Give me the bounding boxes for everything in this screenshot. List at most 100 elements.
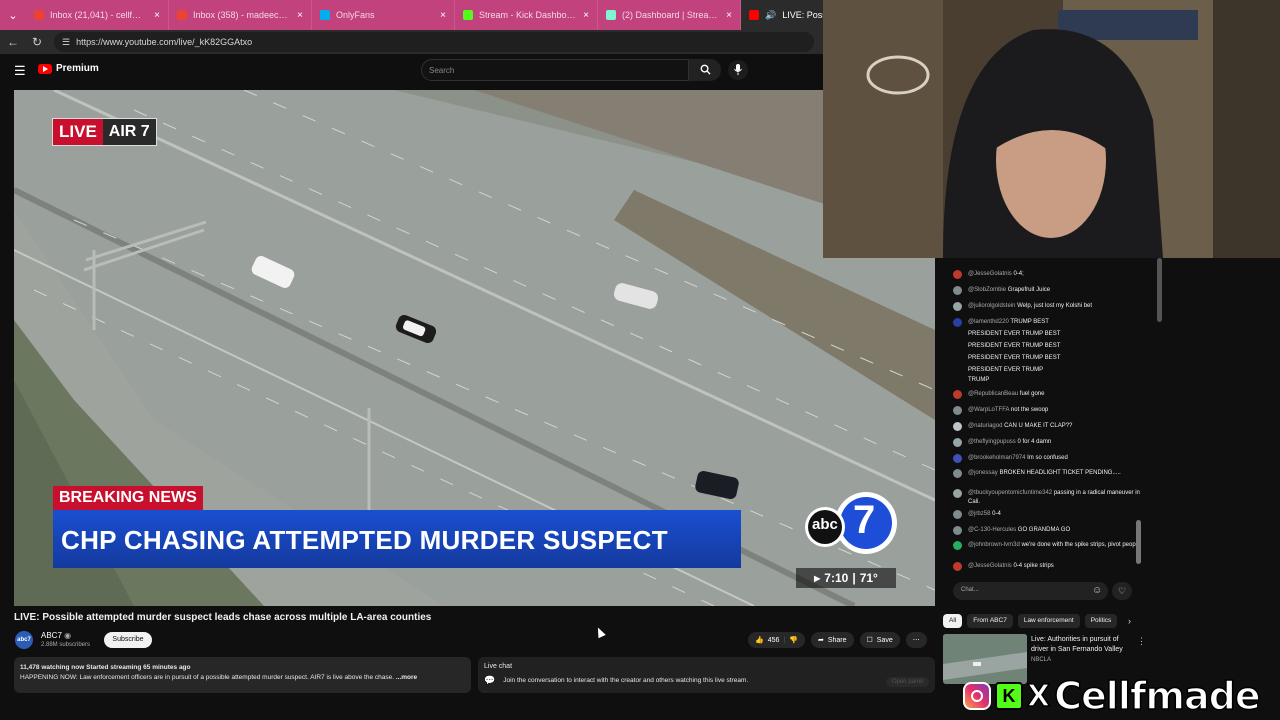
close-icon[interactable]: × xyxy=(440,10,446,21)
close-icon[interactable]: × xyxy=(154,10,160,21)
kick-icon xyxy=(463,10,473,20)
video-actions: 👍 456 | 👎 ➦ Share ☐ Save ⋯ xyxy=(748,632,927,648)
avatar[interactable] xyxy=(953,318,962,327)
chip-all[interactable]: All xyxy=(943,614,963,628)
description-text: HAPPENING NOW: Law enforcement officers … xyxy=(20,674,395,681)
video-description[interactable]: 11,478 watching now Started streaming 65… xyxy=(14,657,471,693)
chat-author[interactable]: @brookeholman7974 xyxy=(968,455,1025,461)
browser-tab-1[interactable]: Inbox (21,041) - cellfmade@ × xyxy=(26,0,169,30)
chevron-right-icon[interactable]: › xyxy=(1128,616,1131,626)
tab-label: Inbox (21,041) - cellfmade@ xyxy=(50,10,148,20)
avatar[interactable] xyxy=(953,489,962,498)
brand-handle: Cellfmade xyxy=(1053,673,1261,719)
avatar[interactable] xyxy=(953,541,962,550)
chat-author[interactable]: @tbuckyoupentomicfuntime342 xyxy=(968,490,1052,496)
chat-author[interactable]: @RepublicanBeau xyxy=(968,391,1018,397)
save-button[interactable]: ☐ Save xyxy=(859,632,900,648)
youtube-logo[interactable]: Premium xyxy=(38,63,99,74)
time-text: 7:10 xyxy=(824,571,849,585)
avatar[interactable] xyxy=(953,469,962,478)
reload-icon[interactable]: ↻ xyxy=(30,35,44,49)
close-icon[interactable]: × xyxy=(583,10,589,21)
like-button[interactable]: 👍 456 | 👎 xyxy=(748,632,805,648)
avatar[interactable] xyxy=(953,562,962,571)
address-bar[interactable]: ☰ https://www.youtube.com/live/_kK82GGAt… xyxy=(54,32,814,52)
chat-author[interactable]: @juliorolgoldstein xyxy=(968,303,1015,309)
hamburger-icon[interactable]: ☰ xyxy=(14,63,26,79)
search-icon[interactable] xyxy=(689,59,721,81)
heart-icon[interactable]: ♡ xyxy=(1112,582,1132,600)
avatar[interactable] xyxy=(953,454,962,463)
avatar[interactable] xyxy=(953,422,962,431)
avatar[interactable] xyxy=(953,286,962,295)
avatar[interactable] xyxy=(953,526,962,535)
chip-law-enforcement[interactable]: Law enforcement xyxy=(1017,614,1080,628)
chat-author[interactable]: @SlobZombie xyxy=(968,287,1006,293)
chat-icon: 💬 xyxy=(484,675,496,685)
avatar[interactable] xyxy=(953,406,962,415)
speaker-icon[interactable]: 🔊 xyxy=(765,10,776,21)
chat-message: @SlobZombie Grapefruit Juice xyxy=(953,286,1148,295)
browser-tab-4[interactable]: Stream - Kick Dashboard × xyxy=(455,0,598,30)
close-icon[interactable]: × xyxy=(726,10,732,21)
emoji-icon[interactable]: ☺ xyxy=(1092,585,1102,596)
more-link[interactable]: ...more xyxy=(396,674,417,681)
channel-name[interactable]: ABC7 ◉ xyxy=(41,631,71,640)
recommendation-channel: NBCLA xyxy=(1031,657,1052,663)
browser-tab-2[interactable]: Inbox (358) - madeecellf@gm × xyxy=(169,0,312,30)
chat-author[interactable]: @jonessay xyxy=(968,470,998,476)
avatar[interactable]: abc7 xyxy=(15,631,33,649)
chat-text: PRESIDENT EVER TRUMP BEST xyxy=(968,355,1061,361)
more-vertical-icon[interactable]: ⋮ xyxy=(1137,636,1146,647)
chat-scrollbar[interactable] xyxy=(1157,258,1162,322)
chip-politics[interactable]: Politics xyxy=(1084,614,1118,628)
recommendation-title[interactable]: Live: Authorities in pursuit of driver i… xyxy=(1031,635,1131,655)
chat-scrollbar-thumb[interactable] xyxy=(1136,520,1141,564)
chat-author[interactable]: @C-130-Hercules xyxy=(968,527,1016,533)
chat-message-continuation: PRESIDENT EVER TRUMP xyxy=(968,366,1163,375)
video-player[interactable]: LIVE AIR 7 BREAKING NEWS CHP CHASING ATT… xyxy=(14,90,935,606)
chat-author[interactable]: @lamenthd220 xyxy=(968,319,1009,325)
chat-author[interactable]: @JesseGolatnis xyxy=(968,271,1012,277)
chat-text: 0-4 xyxy=(992,511,1001,517)
webcam-image xyxy=(823,0,1280,258)
avatar[interactable] xyxy=(953,302,962,311)
open-panel-button[interactable]: Open panel xyxy=(885,677,929,687)
live-air7-badge: LIVE AIR 7 xyxy=(52,118,157,146)
chat-author[interactable]: @WarpLoTFFA xyxy=(968,407,1009,413)
like-count: 456 xyxy=(767,636,780,644)
avatar[interactable] xyxy=(953,390,962,399)
chat-input[interactable]: Chat... xyxy=(953,582,1108,600)
browser-tab-5[interactable]: (2) Dashboard | Streamlabs × xyxy=(598,0,741,30)
site-info-icon[interactable]: ☰ xyxy=(62,37,70,48)
avatar[interactable] xyxy=(953,510,962,519)
chat-message: @johnbrown-lvm3d we're done with the spi… xyxy=(953,541,1148,550)
search-input[interactable]: Search xyxy=(421,59,689,81)
thumbs-down-icon[interactable]: 👎 xyxy=(789,636,798,644)
chat-message: @WarpLoTFFA not the swoop xyxy=(953,406,1148,415)
browser-tab-3[interactable]: OnlyFans × xyxy=(312,0,455,30)
onlyfans-icon xyxy=(320,10,330,20)
chat-author[interactable]: @theflyingpupuss xyxy=(968,439,1016,445)
chat-author[interactable]: @jrbz58 xyxy=(968,511,990,517)
chip-from-abc7[interactable]: From ABC7 xyxy=(967,614,1013,628)
abc-logo-text: abc xyxy=(812,516,838,533)
more-button[interactable]: ⋯ xyxy=(905,632,927,648)
mic-icon[interactable] xyxy=(728,60,748,80)
avatar[interactable] xyxy=(953,270,962,279)
share-button[interactable]: ➦ Share xyxy=(810,632,854,648)
chat-text: 0-4 spike strips xyxy=(1013,563,1054,569)
chat-author[interactable]: @naturiagod xyxy=(968,423,1002,429)
subscribe-button[interactable]: Subscribe xyxy=(104,632,152,648)
chevron-down-icon[interactable]: ⌄ xyxy=(0,0,26,30)
chat-text: BROKEN HEADLIGHT TICKET PENDING..... xyxy=(999,470,1121,476)
logo-text: Premium xyxy=(56,63,99,74)
chat-author[interactable]: @johnbrown-lvm3d xyxy=(968,542,1020,548)
arrow-left-icon[interactable]: ← xyxy=(6,35,20,49)
share-icon: ➦ xyxy=(817,637,824,644)
save-icon: ☐ xyxy=(866,637,873,644)
close-icon[interactable]: × xyxy=(297,10,303,21)
chat-author[interactable]: @JesseGolatnis xyxy=(968,563,1012,569)
avatar[interactable] xyxy=(953,438,962,447)
webcam-overlay xyxy=(823,0,1280,258)
